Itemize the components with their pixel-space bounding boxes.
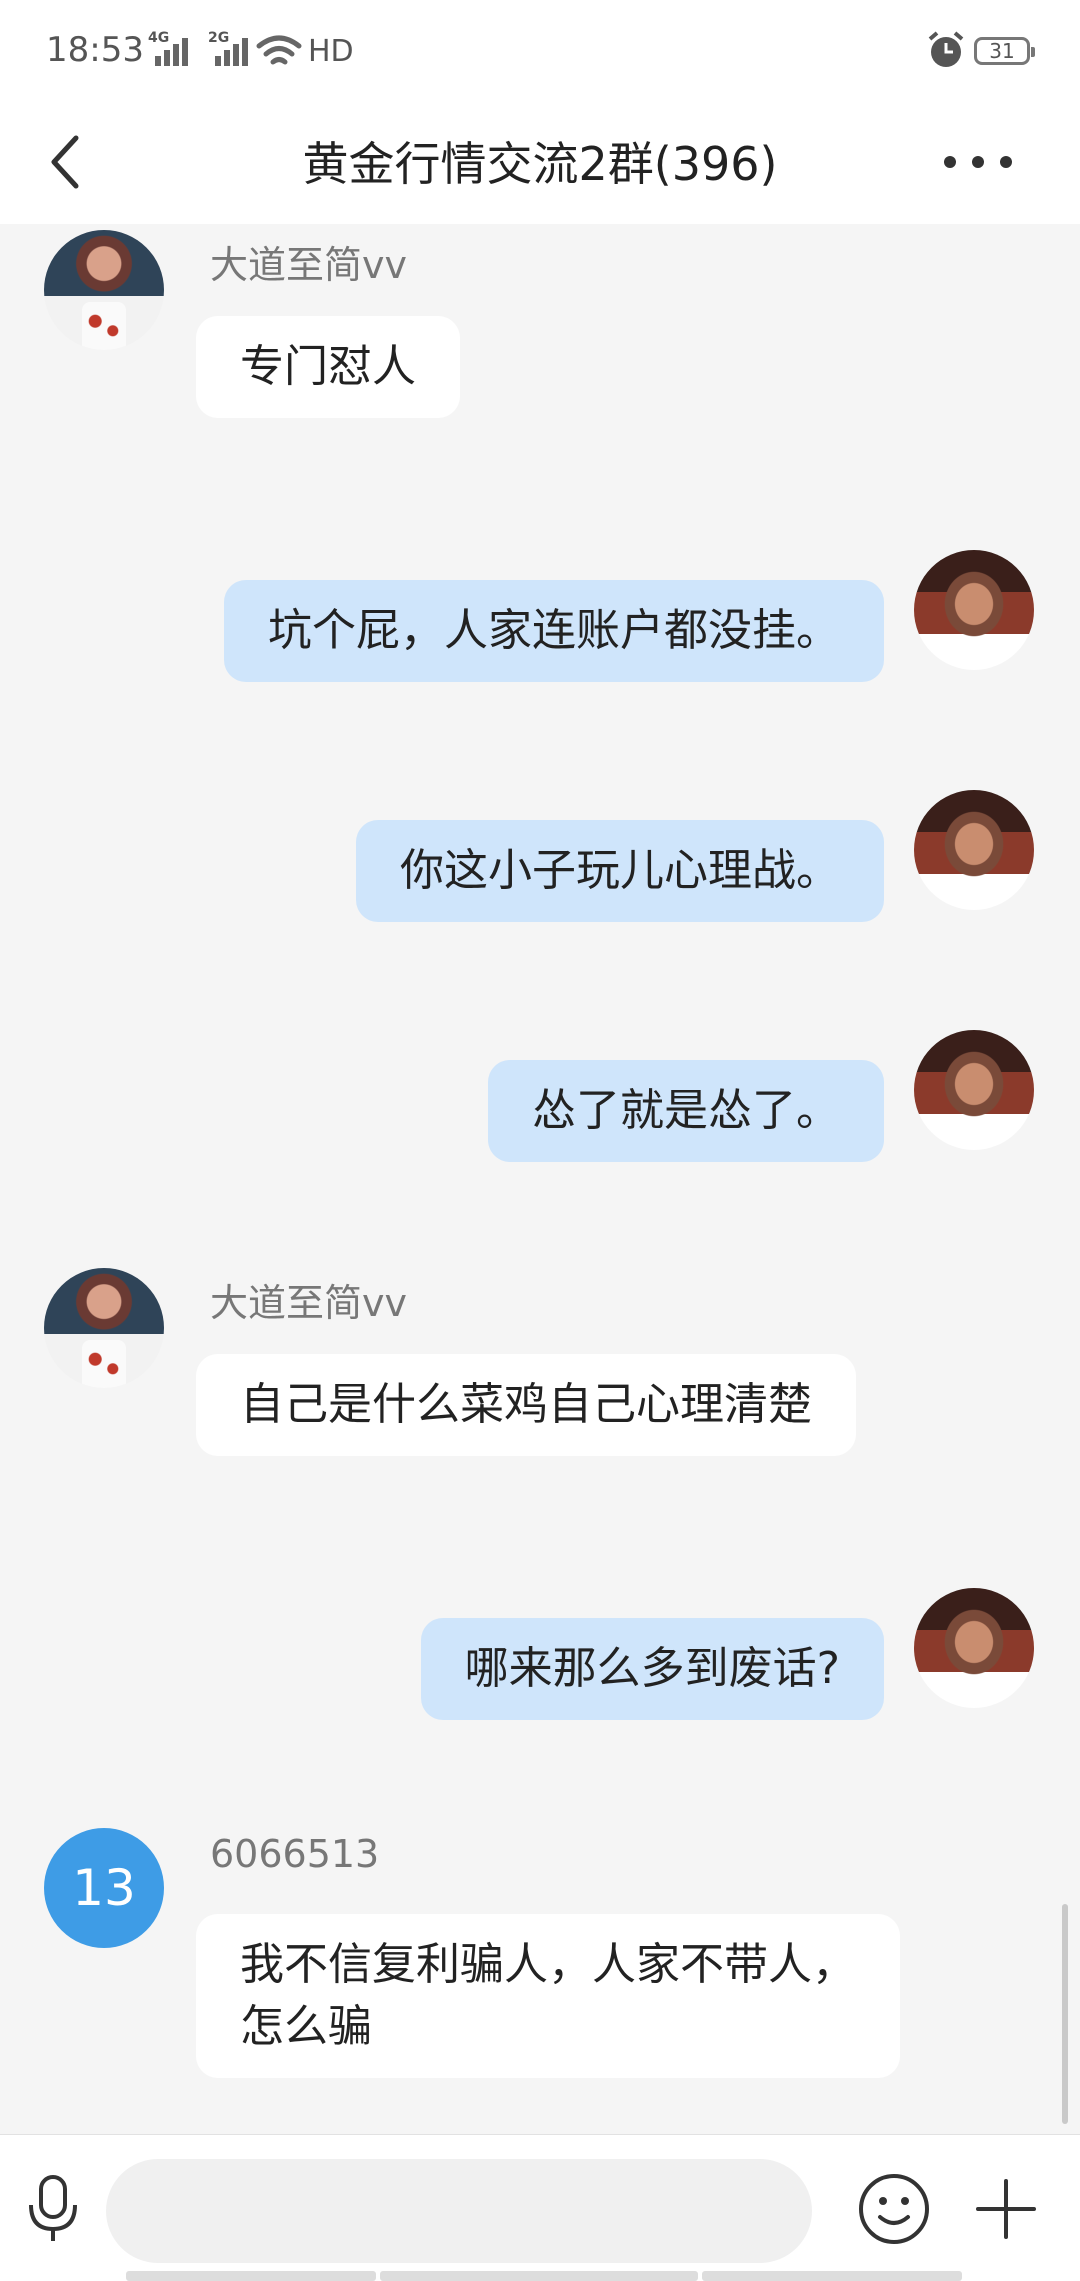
message-bubble[interactable]: 怂了就是怂了。 (488, 1060, 884, 1162)
message-bubble[interactable]: 专门怼人 (196, 316, 460, 418)
alarm-icon (928, 31, 964, 67)
message-input[interactable] (106, 2159, 812, 2263)
battery-level: 31 (989, 39, 1015, 63)
signal-4g-icon: 4G (148, 30, 188, 66)
hd-indicator: HD (308, 34, 354, 69)
status-time: 18:53 (46, 30, 144, 70)
input-bar (0, 2134, 1080, 2281)
more-options-icon[interactable] (944, 144, 1024, 180)
message-bubble[interactable]: 自己是什么菜鸡自己心理清楚 (196, 1354, 856, 1456)
own-avatar[interactable] (914, 550, 1034, 670)
scrollbar[interactable] (1062, 1904, 1068, 2124)
battery-icon: 31 (974, 37, 1035, 65)
sender-avatar[interactable]: 13 (44, 1828, 164, 1948)
sender-avatar[interactable] (44, 1268, 164, 1388)
sender-avatar[interactable] (44, 230, 164, 350)
chat-title: 黄金行情交流2群(396) (302, 137, 778, 191)
plus-icon[interactable] (970, 2173, 1042, 2245)
microphone-icon[interactable] (22, 2173, 84, 2245)
network-indicators: 4G 2G (148, 30, 248, 66)
message-bubble[interactable]: 你这小子玩儿心理战。 (356, 820, 884, 922)
message-list[interactable]: 大道至简vv 专门怼人 坑个屁，人家连账户都没挂。 你这小子玩儿心理战。 怂了就… (0, 224, 1080, 2134)
own-avatar[interactable] (914, 1030, 1034, 1150)
status-bar: 18:53 4G 2G HD 31 (0, 0, 1080, 100)
sender-nickname: 大道至简vv (210, 243, 407, 287)
emoji-icon[interactable] (856, 2171, 932, 2247)
own-avatar[interactable] (914, 1588, 1034, 1708)
sender-nickname: 6066513 (210, 1832, 380, 1876)
message-bubble[interactable]: 坑个屁，人家连账户都没挂。 (224, 580, 884, 682)
chat-header: 黄金行情交流2群(396) (0, 100, 1080, 224)
signal-2g-icon: 2G (208, 30, 248, 66)
own-avatar[interactable] (914, 790, 1034, 910)
message-bubble[interactable]: 我不信复利骗人，人家不带人，怎么骗 (196, 1914, 900, 2078)
wifi-icon (256, 35, 302, 65)
sender-nickname: 大道至简vv (210, 1281, 407, 1325)
message-bubble[interactable]: 哪来那么多到废话? (420, 1618, 884, 1720)
